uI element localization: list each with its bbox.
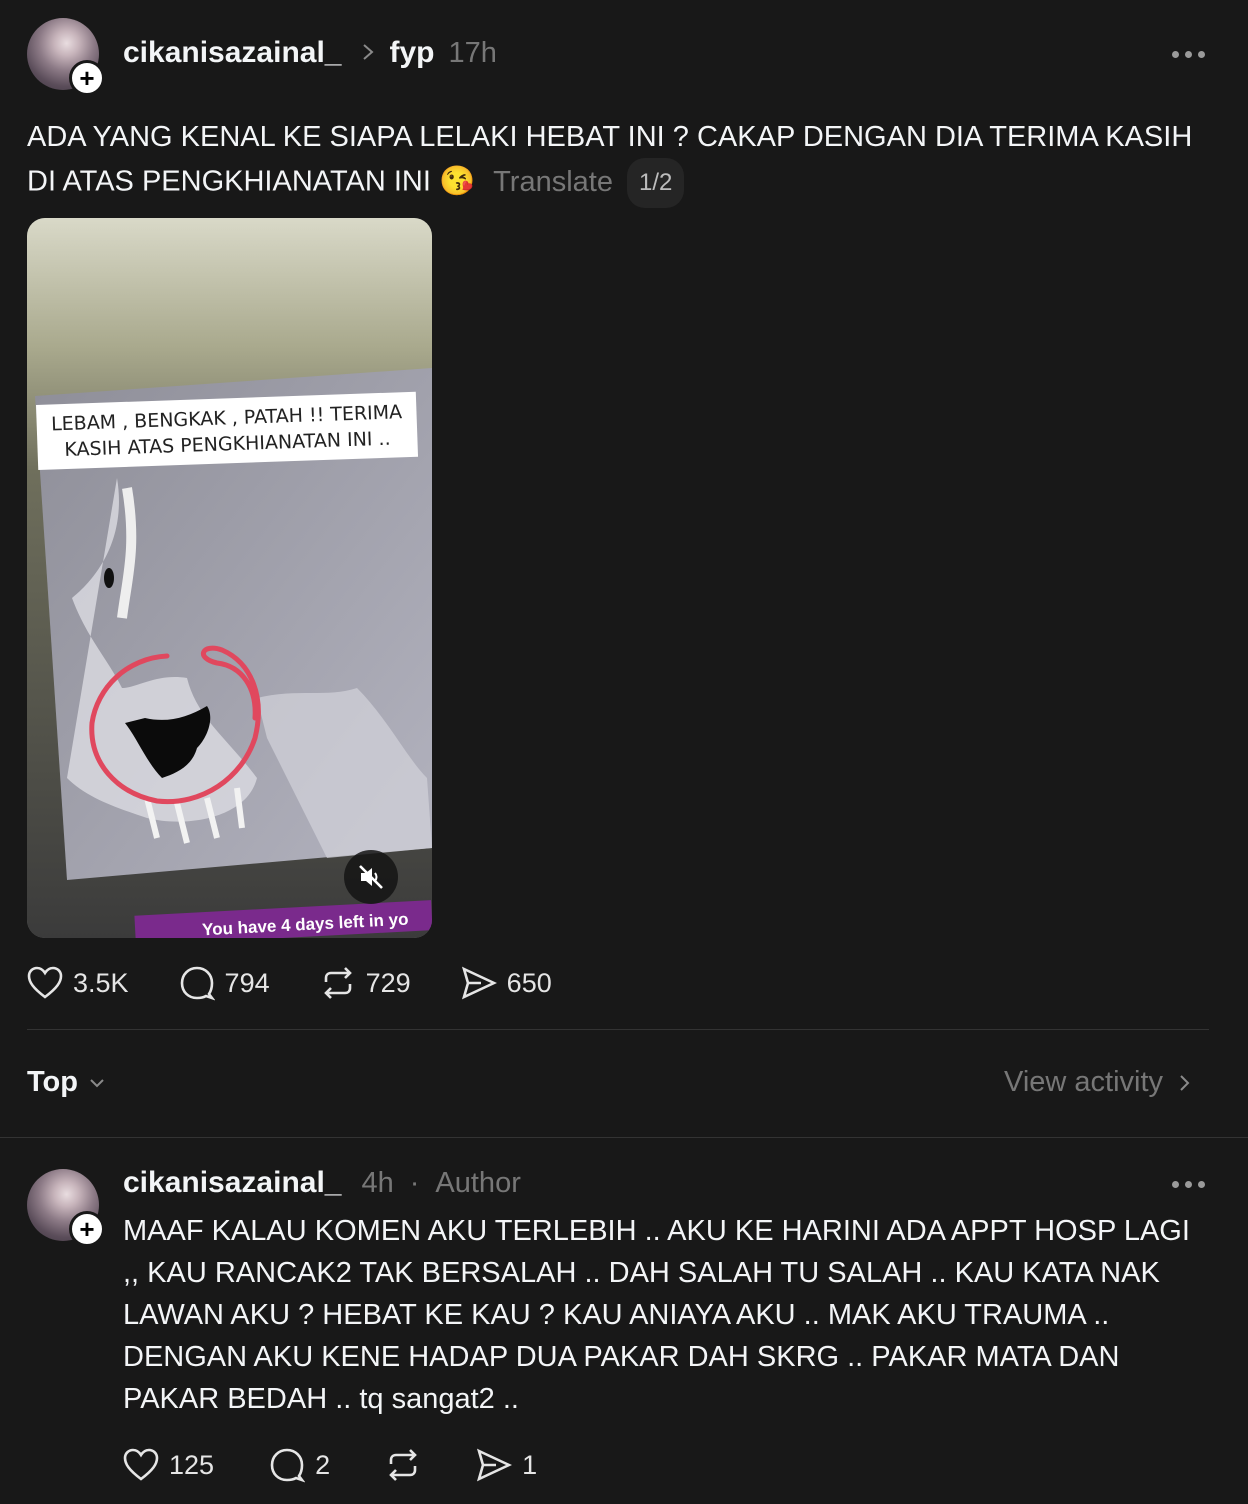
comment-username[interactable]: cikanisazainal_ [123, 1166, 341, 1200]
comment-repost-button[interactable] [385, 1447, 421, 1483]
chevron-right-icon [361, 38, 375, 69]
kiss-emoji: 😘 [438, 165, 476, 198]
ct-scan-image [27, 218, 432, 938]
mute-button[interactable] [344, 850, 398, 904]
comment-time: 4h [361, 1166, 394, 1199]
comment-bubble-icon [270, 1448, 306, 1483]
sort-label: Top [27, 1066, 78, 1098]
repost-count: 729 [365, 967, 411, 998]
share-button[interactable]: 650 [461, 965, 552, 1001]
avatar[interactable]: + [27, 18, 105, 96]
speaker-muted-icon [359, 865, 383, 889]
like-count: 3.5K [73, 967, 129, 998]
comment-text: MAAF KALAU KOMEN AKU TERLEBIH .. AKU KE … [123, 1215, 1190, 1415]
comment-actions: 125 2 1 [123, 1447, 537, 1483]
translate-link[interactable]: Translate [493, 166, 613, 198]
share-count: 650 [506, 967, 552, 998]
comment-avatar[interactable]: + [27, 1169, 105, 1247]
author-badge: Author [435, 1166, 521, 1199]
comment-like-count: 125 [169, 1449, 215, 1480]
topic-link[interactable]: fyp [389, 36, 434, 70]
repost-button[interactable]: 729 [320, 965, 411, 1001]
comment-count: 794 [224, 967, 270, 998]
comment-header: cikanisazainal_ 4h · Author [123, 1166, 521, 1200]
comment-button[interactable]: 794 [179, 965, 270, 1001]
heart-icon [123, 1448, 159, 1481]
sort-dropdown[interactable]: Top [27, 1066, 106, 1099]
repost-icon [389, 1449, 417, 1481]
divider [27, 1029, 1209, 1030]
heart-icon [27, 966, 63, 999]
media-pager-badge: 1/2 [627, 158, 685, 208]
comment-like-button[interactable]: 125 [123, 1447, 214, 1483]
post-text-block: ADA YANG KENAL KE SIAPA LELAKI HEBAT INI… [27, 116, 1217, 208]
view-activity-label: View activity [1004, 1066, 1164, 1098]
separator-dot: · [409, 1166, 420, 1199]
like-button[interactable]: 3.5K [27, 965, 129, 1001]
follow-plus-icon[interactable]: + [69, 1211, 105, 1247]
comment-reply-count: 2 [315, 1449, 331, 1480]
send-icon [477, 1448, 513, 1482]
comment-share-button[interactable]: 1 [476, 1447, 537, 1483]
repost-icon [323, 967, 352, 999]
post-header: cikanisazainal_ fyp 17h [123, 36, 497, 70]
view-activity-link[interactable]: View activity [1004, 1066, 1191, 1099]
chevron-down-icon [90, 1078, 104, 1087]
comment-share-count: 1 [522, 1449, 538, 1480]
chevron-right-icon [1180, 1074, 1190, 1091]
divider [0, 1137, 1248, 1138]
post-video[interactable]: LEBAM , BENGKAK , PATAH !! TERIMA KASIH … [27, 218, 432, 938]
post-time: 17h [448, 36, 497, 69]
send-icon [461, 966, 497, 1000]
post-actions: 3.5K 794 729 650 [27, 965, 552, 1001]
more-options-icon[interactable] [1172, 1181, 1205, 1188]
more-options-icon[interactable] [1172, 51, 1205, 58]
follow-plus-icon[interactable]: + [69, 60, 105, 96]
post-username[interactable]: cikanisazainal_ [123, 36, 341, 70]
video-caption-box: LEBAM , BENGKAK , PATAH !! TERIMA KASIH … [36, 391, 419, 470]
comment-reply-button[interactable]: 2 [269, 1447, 330, 1483]
comment-bubble-icon [180, 966, 215, 1001]
